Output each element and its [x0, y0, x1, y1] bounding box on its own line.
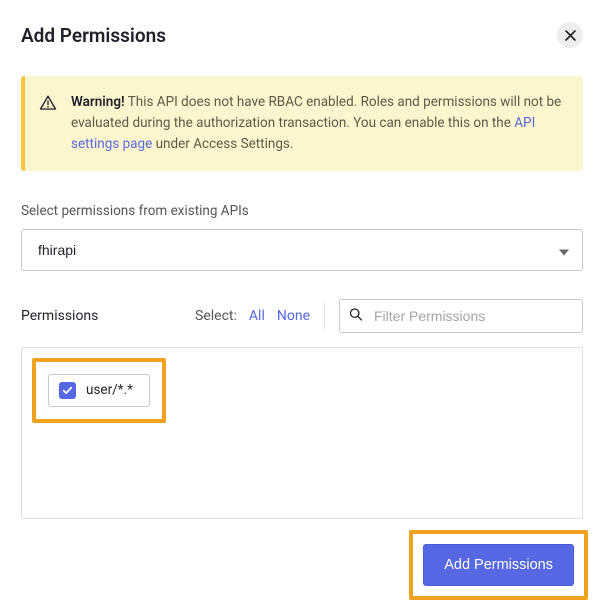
select-controls: Select: All None [195, 308, 310, 324]
permissions-toolbar: Permissions Select: All None [21, 299, 583, 333]
select-none-link[interactable]: None [277, 308, 310, 324]
checkbox-checked-icon[interactable] [59, 382, 76, 399]
dialog-footer: Add Permissions [409, 530, 588, 600]
dialog-title: Add Permissions [21, 24, 166, 47]
close-button[interactable] [557, 22, 583, 48]
permissions-list[interactable]: user/*.* [21, 347, 583, 519]
divider [324, 303, 325, 329]
close-icon [565, 30, 576, 41]
search-icon [349, 306, 363, 325]
permission-name: user/*.* [86, 382, 133, 398]
select-prefix: Select: [195, 308, 237, 324]
highlight-annotation: Add Permissions [409, 530, 588, 600]
filter-permissions [339, 299, 583, 333]
warning-body-1: This API does not have RBAC enabled. Rol… [71, 94, 561, 131]
dialog-header: Add Permissions [21, 22, 583, 48]
warning-banner: Warning! This API does not have RBAC ena… [21, 76, 583, 171]
add-permissions-button[interactable]: Add Permissions [423, 544, 574, 586]
permissions-label: Permissions [21, 308, 98, 324]
permission-item[interactable]: user/*.* [48, 374, 150, 407]
select-all-link[interactable]: All [249, 308, 265, 324]
warning-text: Warning! This API does not have RBAC ena… [71, 92, 565, 155]
api-select[interactable] [21, 229, 583, 271]
api-select-label: Select permissions from existing APIs [21, 203, 583, 219]
highlight-annotation: user/*.* [32, 358, 166, 423]
filter-permissions-input[interactable] [339, 299, 583, 333]
api-select-input[interactable] [21, 229, 583, 271]
warning-strong: Warning! [71, 94, 125, 110]
warning-body-2: under Access Settings. [152, 136, 293, 152]
warning-icon [39, 94, 57, 155]
add-permissions-dialog: Add Permissions Warning! This API does n… [0, 0, 604, 519]
